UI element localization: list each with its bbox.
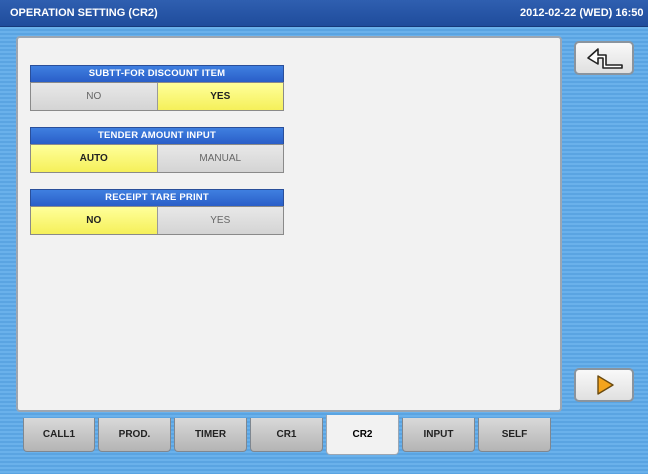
back-button[interactable]	[574, 41, 634, 75]
tab-timer[interactable]: TIMER	[174, 418, 247, 452]
tab-call1[interactable]: CALL1	[23, 418, 95, 452]
title-bar: OPERATION SETTING (CR2) 2012-02-22 (WED)…	[0, 0, 648, 27]
tab-self[interactable]: SELF	[478, 418, 551, 452]
tab-cr2[interactable]: CR2	[326, 415, 399, 455]
window-title: OPERATION SETTING (CR2)	[10, 7, 158, 19]
option-yes[interactable]: YES	[156, 83, 283, 110]
next-page-button[interactable]	[574, 368, 634, 402]
setting-receipt-tare-print: RECEIPT TARE PRINT NO YES	[30, 189, 284, 235]
option-auto[interactable]: AUTO	[31, 145, 157, 172]
setting-subtt-for-discount-item: SUBTT-FOR DISCOUNT ITEM NO YES	[30, 65, 284, 111]
settings-panel: SUBTT-FOR DISCOUNT ITEM NO YES TENDER AM…	[16, 36, 562, 412]
return-arrow-icon	[587, 48, 623, 69]
tab-prod[interactable]: PROD.	[98, 418, 171, 452]
option-no[interactable]: NO	[31, 83, 157, 110]
option-yes[interactable]: YES	[156, 207, 283, 234]
setting-tender-amount-input: TENDER AMOUNT INPUT AUTO MANUAL	[30, 127, 284, 173]
play-triangle-icon	[597, 375, 614, 395]
setting-header: RECEIPT TARE PRINT	[30, 189, 284, 206]
tab-input[interactable]: INPUT	[402, 418, 475, 452]
option-manual[interactable]: MANUAL	[156, 145, 283, 172]
setting-header: SUBTT-FOR DISCOUNT ITEM	[30, 65, 284, 82]
setting-header: TENDER AMOUNT INPUT	[30, 127, 284, 144]
tab-cr1[interactable]: CR1	[250, 418, 323, 452]
option-no[interactable]: NO	[31, 207, 157, 234]
datetime-display: 2012-02-22 (WED) 16:50	[520, 7, 644, 19]
